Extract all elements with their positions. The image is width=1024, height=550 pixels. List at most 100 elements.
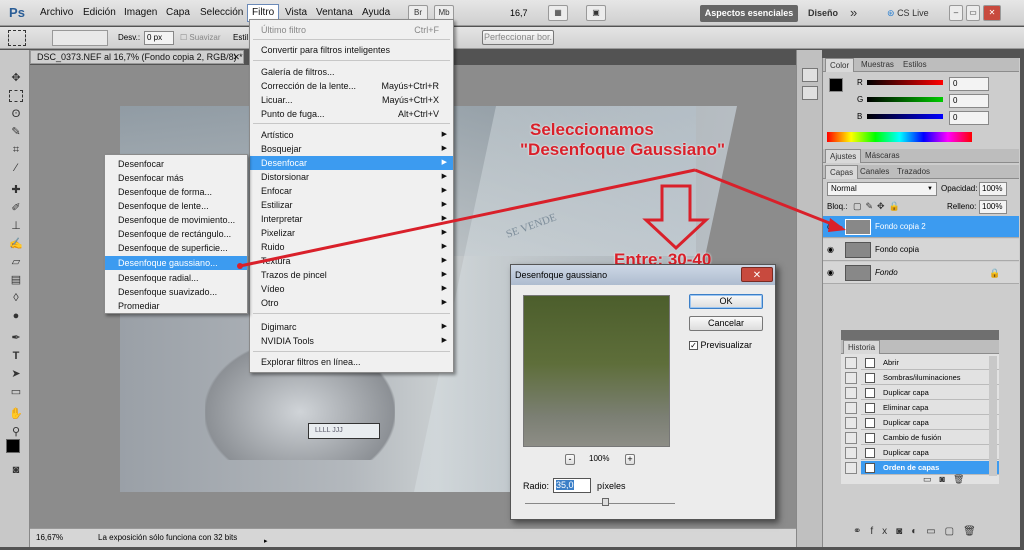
history-item[interactable]: Duplicar capa: [861, 416, 999, 430]
layer-row-fondo-copia-2[interactable]: ◉ Fondo copia 2: [823, 216, 1019, 238]
submenu-item-smart-blur[interactable]: Desenfoque suavizado...: [105, 285, 247, 299]
submenu-item-surface-blur[interactable]: Desenfoque de superficie...: [105, 241, 247, 255]
eye-icon[interactable]: ◉: [827, 216, 834, 238]
submenu-item-box-blur[interactable]: Desenfoque de rectángulo...: [105, 227, 247, 241]
submenu-item-motion-blur[interactable]: Desenfoque de movimiento...: [105, 213, 247, 227]
b-value[interactable]: 0: [949, 111, 989, 125]
eyedropper-tool-icon[interactable]: ⁄: [9, 162, 23, 174]
history-item[interactable]: Duplicar capa: [861, 446, 999, 460]
restore-button[interactable]: ▭: [966, 5, 980, 21]
history-snapshot-checkbox[interactable]: [845, 432, 857, 444]
menu-item-pixelate[interactable]: Pixelizar ▶: [250, 226, 453, 240]
type-tool-icon[interactable]: T: [9, 350, 23, 362]
tab-layers[interactable]: Capas: [825, 165, 859, 179]
close-tab-icon[interactable]: ✕: [232, 51, 240, 63]
eye-icon[interactable]: ◉: [827, 239, 834, 261]
submenu-item-blur[interactable]: Desenfocar: [105, 157, 247, 171]
history-snapshot-checkbox[interactable]: [845, 372, 857, 384]
history-scrollbar[interactable]: [989, 356, 997, 476]
minimize-button[interactable]: –: [949, 5, 963, 21]
blend-mode-select[interactable]: Normal ▼: [827, 182, 937, 196]
history-item-selected[interactable]: Orden de capas: [861, 461, 999, 475]
submenu-item-shape-blur[interactable]: Desenfoque de forma...: [105, 185, 247, 199]
workspace-more-button[interactable]: »: [850, 5, 857, 20]
menu-edicion[interactable]: Edición: [79, 4, 120, 22]
zoom-level[interactable]: 16,7: [510, 8, 528, 18]
smooth-checkbox[interactable]: ☐ Suavizar: [180, 33, 221, 42]
tab-adjustments[interactable]: Ajustes: [825, 149, 862, 163]
menu-item-brush-strokes[interactable]: Trazos de pincel ▶: [250, 268, 453, 282]
arrange-icon[interactable]: ▦: [548, 5, 568, 21]
menu-imagen[interactable]: Imagen: [120, 4, 161, 22]
dialog-title-bar[interactable]: Desenfoque gaussiano: [511, 265, 775, 285]
status-arrow-icon[interactable]: ▸: [264, 533, 268, 550]
crop-tool-icon[interactable]: ⌗: [9, 144, 23, 156]
menu-item-sharpen[interactable]: Enfocar ▶: [250, 184, 453, 198]
foreground-color-swatch[interactable]: [6, 439, 20, 453]
blur-tool-icon[interactable]: ◊: [9, 292, 23, 304]
tab-masks[interactable]: Máscaras: [861, 149, 904, 163]
gradient-tool-icon[interactable]: ▤: [9, 274, 23, 286]
menu-item-nvidia-tools[interactable]: NVIDIA Tools ▶: [250, 334, 453, 348]
dodge-tool-icon[interactable]: ●: [9, 310, 23, 322]
quick-select-tool-icon[interactable]: ✎: [9, 126, 23, 138]
eye-icon[interactable]: ◉: [827, 262, 834, 284]
path-select-tool-icon[interactable]: ➤: [9, 368, 23, 380]
history-snapshot-checkbox[interactable]: [845, 357, 857, 369]
preview-checkbox[interactable]: ✓ Previsualizar: [689, 340, 752, 351]
layer-row-fondo-copia[interactable]: ◉ Fondo copia: [823, 239, 1019, 261]
submenu-item-lens-blur[interactable]: Desenfoque de lente...: [105, 199, 247, 213]
stamp-tool-icon[interactable]: ⊥: [9, 220, 23, 232]
tab-paths[interactable]: Trazados: [893, 165, 934, 179]
history-item[interactable]: Eliminar capa: [861, 401, 999, 415]
eraser-tool-icon[interactable]: ▱: [9, 256, 23, 268]
lock-icons[interactable]: ▢✎✥🔒: [853, 201, 904, 212]
brush-tool-icon[interactable]: ✐: [9, 202, 23, 214]
history-item[interactable]: Sombras/iluminaciones: [861, 371, 999, 385]
lasso-tool-icon[interactable]: ʘ: [9, 108, 23, 120]
menu-item-other[interactable]: Otro ▶: [250, 296, 453, 310]
menu-item-blur[interactable]: Desenfocar ▶: [250, 156, 453, 170]
menu-item-liquify[interactable]: Licuar... Mayús+Ctrl+X: [250, 93, 453, 107]
b-slider[interactable]: [867, 114, 943, 119]
marquee-preset-icon[interactable]: [8, 30, 26, 46]
feather-input[interactable]: 0 px: [144, 31, 174, 45]
refine-edge-button[interactable]: Perfeccionar bor.: [482, 30, 554, 45]
layers-footer-icons[interactable]: ⚭fx◙◐▭▢🗑: [853, 526, 985, 537]
healing-tool-icon[interactable]: ✚: [9, 184, 23, 196]
selection-mode-icons[interactable]: [52, 30, 108, 46]
radius-input[interactable]: 35,0: [553, 478, 591, 493]
menu-seleccion[interactable]: Selección: [196, 4, 247, 22]
workspace-design-button[interactable]: Diseño: [808, 8, 838, 18]
menu-item-filter-gallery[interactable]: Galería de filtros...: [250, 65, 453, 79]
history-footer-icons[interactable]: ▭◙🗑: [923, 474, 972, 485]
close-app-button[interactable]: ✕: [983, 5, 1001, 21]
tab-color[interactable]: Color: [825, 58, 855, 72]
menu-item-render[interactable]: Interpretar ▶: [250, 212, 453, 226]
zoom-out-button[interactable]: -: [565, 454, 575, 465]
g-value[interactable]: 0: [949, 94, 989, 108]
menu-item-vanishing-point[interactable]: Punto de fuga... Alt+Ctrl+V: [250, 107, 453, 121]
menu-item-noise[interactable]: Ruido ▶: [250, 240, 453, 254]
r-value[interactable]: 0: [949, 77, 989, 91]
menu-item-digimarc[interactable]: Digimarc ▶: [250, 320, 453, 334]
shape-tool-icon[interactable]: ▭: [9, 386, 23, 398]
marquee-tool-icon[interactable]: [9, 90, 23, 102]
menu-item-smart-filters[interactable]: Convertir para filtros inteligentes: [250, 43, 453, 57]
cs-live-button[interactable]: ⊛ CS Live: [887, 8, 929, 19]
history-snapshot-checkbox[interactable]: [845, 402, 857, 414]
radius-slider-track[interactable]: [525, 503, 675, 504]
menu-item-sketch[interactable]: Bosquejar ▶: [250, 142, 453, 156]
menu-item-browse-online[interactable]: Explorar filtros en línea...: [250, 355, 453, 369]
tab-history[interactable]: Historia: [843, 340, 881, 354]
history-brush-tool-icon[interactable]: ✍: [9, 238, 23, 250]
zoom-tool-icon[interactable]: ⚲: [9, 426, 23, 438]
menu-item-lens-correction[interactable]: Corrección de la lente... Mayús+Ctrl+R: [250, 79, 453, 93]
menu-capa[interactable]: Capa: [162, 4, 194, 22]
radius-slider-thumb[interactable]: [602, 498, 609, 506]
tab-styles[interactable]: Estilos: [899, 58, 931, 72]
menu-item-texture[interactable]: Textura ▶: [250, 254, 453, 268]
history-snapshot-checkbox[interactable]: [845, 417, 857, 429]
move-tool-icon[interactable]: ✥: [9, 72, 23, 84]
status-zoom[interactable]: 16,67%: [36, 529, 63, 546]
